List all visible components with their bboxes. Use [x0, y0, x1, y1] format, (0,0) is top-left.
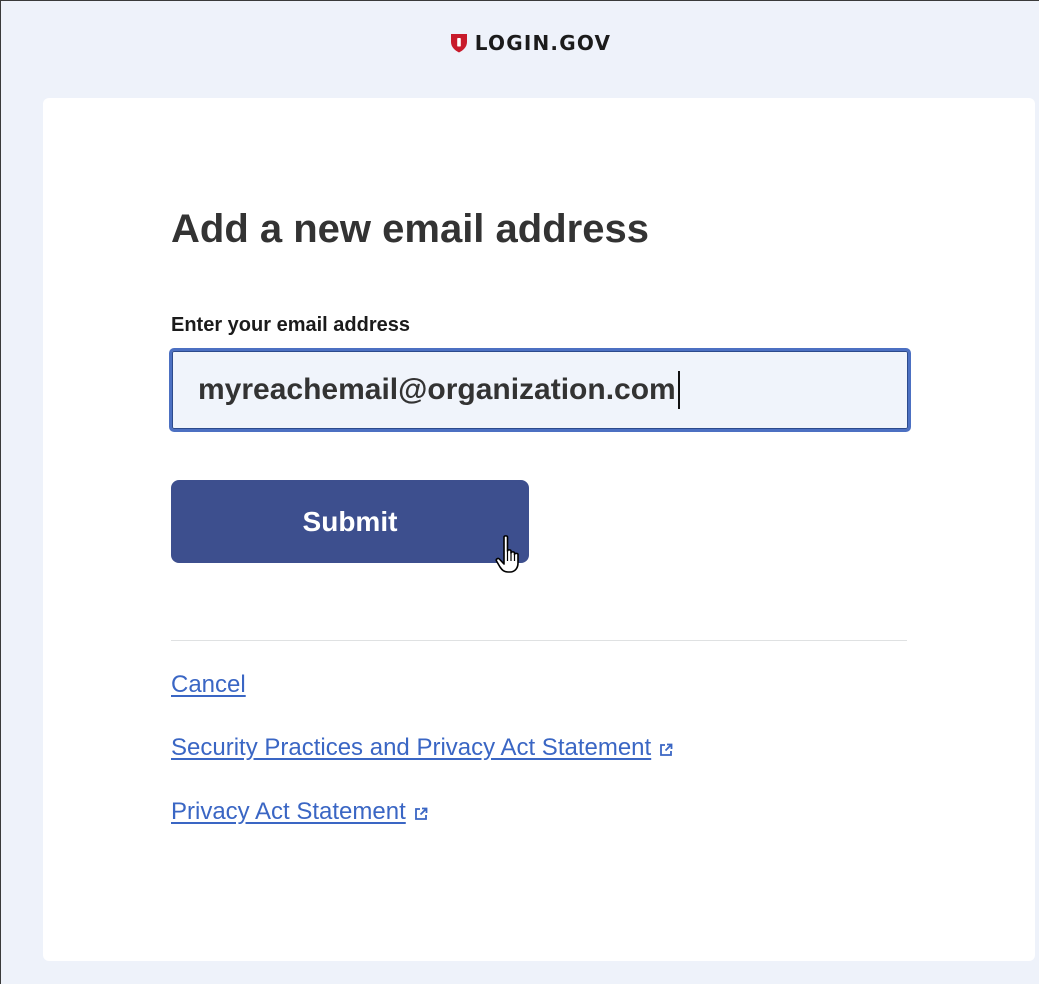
cancel-link[interactable]: Cancel — [171, 671, 246, 699]
security-practices-link-label: Security Practices and Privacy Act State… — [171, 734, 652, 761]
header: LOGIN.GOV — [1, 1, 1039, 85]
text-caret — [677, 371, 680, 409]
logo[interactable]: LOGIN.GOV — [450, 31, 611, 55]
privacy-act-link[interactable]: Privacy Act Statement — [171, 798, 429, 826]
external-link-icon — [660, 743, 673, 756]
main-card: Add a new email address Enter your email… — [43, 98, 1035, 961]
page-title: Add a new email address — [171, 207, 649, 251]
shield-icon — [450, 34, 467, 53]
email-field-value: myreachemail@organization.com — [198, 373, 676, 406]
security-practices-link[interactable]: Security Practices and Privacy Act State… — [171, 734, 674, 762]
hand-cursor-icon — [495, 535, 519, 573]
submit-button[interactable]: Submit — [171, 480, 529, 563]
privacy-act-link-label: Privacy Act Statement — [171, 798, 406, 825]
logo-text: LOGIN.GOV — [474, 31, 612, 55]
email-field[interactable]: myreachemail@organization.com — [169, 348, 911, 432]
cancel-link-label: Cancel — [171, 671, 246, 698]
divider — [171, 640, 907, 641]
email-field-label: Enter your email address — [171, 314, 410, 336]
external-link-icon — [414, 807, 428, 820]
